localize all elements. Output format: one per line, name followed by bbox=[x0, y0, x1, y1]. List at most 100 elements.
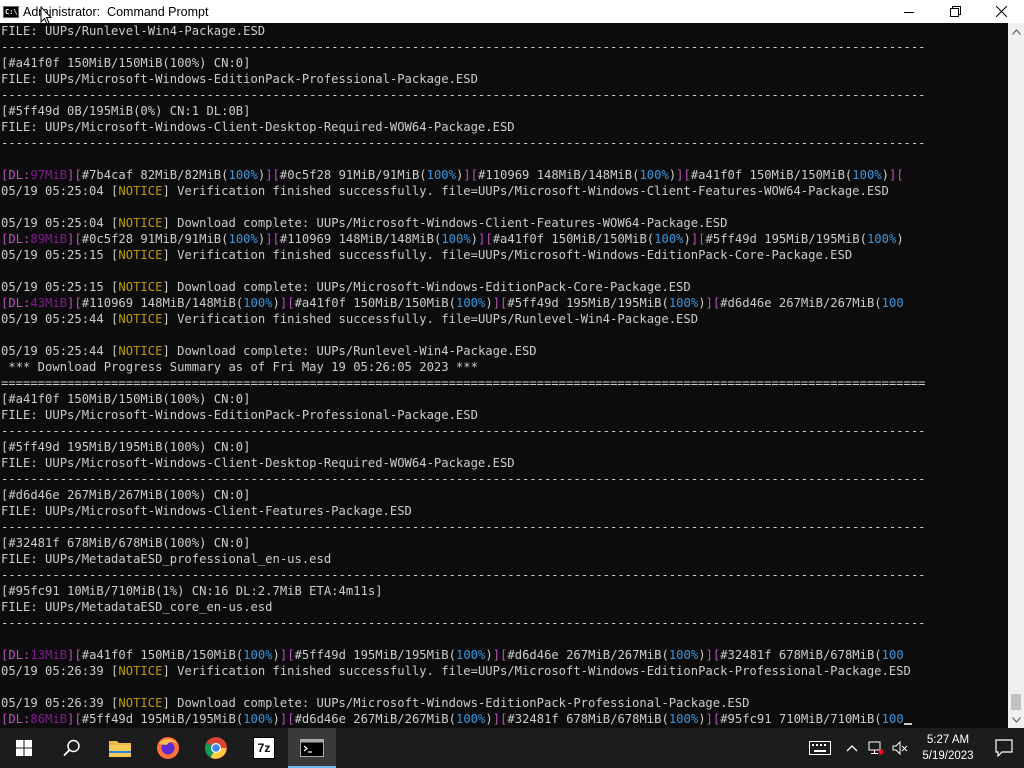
console-text: 100% bbox=[852, 168, 882, 182]
chrome-icon bbox=[205, 737, 227, 759]
console-text: ][ bbox=[676, 168, 691, 182]
console-text: #a41f0f 150MiB/150MiB( bbox=[690, 168, 853, 182]
console-text: FILE: UUPs/Runlevel-Win4-Package.ESD bbox=[1, 24, 266, 38]
console-text: #5ff49d 195MiB/195MiB( bbox=[705, 232, 867, 246]
scroll-down-icon bbox=[1011, 716, 1021, 723]
console-text: 100% bbox=[668, 296, 699, 310]
network-icon bbox=[868, 741, 884, 755]
chevron-up-icon bbox=[846, 745, 858, 752]
scroll-up-button[interactable] bbox=[1008, 23, 1024, 40]
console-text: DL: bbox=[8, 712, 31, 726]
console-line: [DL:86MiB][#5ff49d 195MiB/195MiB(100%)][… bbox=[1, 711, 1008, 727]
vertical-scrollbar[interactable] bbox=[1008, 23, 1024, 728]
console-line: 05/19 05:25:15 [NOTICE] Download complet… bbox=[1, 279, 1008, 295]
console-text: NOTICE bbox=[118, 216, 163, 230]
console-line: [DL:43MiB][#110969 148MiB/148MiB(100%)][… bbox=[1, 295, 1008, 311]
scroll-down-button[interactable] bbox=[1008, 711, 1024, 728]
console-text: 100% bbox=[866, 232, 897, 246]
console-output[interactable]: FILE: UUPs/Runlevel-Win4-Package.ESD ----… bbox=[0, 23, 1008, 728]
console-line: ----------------------------------------… bbox=[1, 615, 1008, 631]
console-line: [#a41f0f 150MiB/150MiB(100%) CN:0] bbox=[1, 55, 1008, 71]
console-text: #7b4caf 82MiB/82MiB( bbox=[81, 168, 229, 182]
console-text: ][ bbox=[492, 296, 508, 310]
console-text: 89MiB bbox=[30, 232, 68, 246]
clock[interactable]: 5:27 AM 5/19/2023 bbox=[912, 732, 984, 764]
console-line: FILE: UUPs/Microsoft-Windows-Client-Feat… bbox=[1, 503, 1008, 519]
console-line: ========================================… bbox=[1, 375, 1008, 391]
console-line: ----------------------------------------… bbox=[1, 567, 1008, 583]
console-line: [#a41f0f 150MiB/150MiB(100%) CN:0] bbox=[1, 391, 1008, 407]
console-line: [#32481f 678MiB/678MiB(100%) CN:0] bbox=[1, 535, 1008, 551]
console-text: 100% bbox=[243, 648, 273, 662]
minimize-icon bbox=[904, 11, 914, 13]
system-tray: 5:27 AM 5/19/2023 bbox=[800, 728, 1024, 768]
console-text: [#d6d46e 267MiB/267MiB(100%) CN:0] bbox=[1, 488, 251, 502]
console-text: [#5ff49d 0B/195MiB(0%) CN:1 DL:0B] bbox=[1, 104, 251, 118]
console-text: ] Verification finished successfully. fi… bbox=[162, 184, 889, 198]
console-text: 05/19 05:25:44 [ bbox=[1, 344, 119, 358]
console-line: ----------------------------------------… bbox=[1, 471, 1008, 487]
console-text: 100% bbox=[668, 648, 699, 662]
minimize-button[interactable] bbox=[886, 0, 932, 23]
network-button[interactable] bbox=[864, 728, 888, 768]
console-text: ] Verification finished successfully. fi… bbox=[162, 664, 911, 678]
console-text: ] Download complete: UUPs/Microsoft-Wind… bbox=[162, 696, 750, 710]
console-text: *** Download Progress Summary as of Fri … bbox=[1, 360, 478, 374]
7zip-button[interactable]: 7z bbox=[240, 728, 288, 768]
cmd-icon: C:\ bbox=[3, 5, 19, 18]
console-line: 05/19 05:26:39 [NOTICE] Verification fin… bbox=[1, 663, 1008, 679]
console-text: ][ bbox=[705, 712, 721, 726]
start-button[interactable] bbox=[0, 728, 48, 768]
clock-date: 5/19/2023 bbox=[922, 750, 974, 762]
chrome-button[interactable] bbox=[192, 728, 240, 768]
maximize-icon bbox=[949, 6, 961, 17]
search-button[interactable] bbox=[48, 728, 96, 768]
close-button[interactable] bbox=[978, 0, 1024, 23]
console-line: [#5ff49d 0B/195MiB(0%) CN:1 DL:0B] bbox=[1, 103, 1008, 119]
notification-icon bbox=[995, 739, 1013, 757]
console-line: 05/19 05:25:04 [NOTICE] Download complet… bbox=[1, 215, 1008, 231]
mouse-pointer-icon bbox=[40, 6, 52, 25]
console-text: ][ bbox=[690, 232, 706, 246]
action-center-button[interactable] bbox=[984, 728, 1024, 768]
console-text: ) bbox=[683, 232, 691, 246]
console-text: 100% bbox=[441, 232, 471, 246]
console-text: NOTICE bbox=[118, 696, 163, 710]
volume-button[interactable] bbox=[888, 728, 912, 768]
console-text: #a41f0f 150MiB/150MiB( bbox=[294, 296, 456, 310]
console-text: ] Download complete: UUPs/Microsoft-Wind… bbox=[162, 280, 691, 294]
command-prompt-button[interactable] bbox=[288, 728, 336, 768]
console-text: [ bbox=[74, 232, 82, 246]
console-text: NOTICE bbox=[118, 248, 163, 262]
console-text: [#95fc91 10MiB/710MiB(1%) CN:16 DL:2.7Mi… bbox=[1, 584, 383, 598]
console-text: FILE: UUPs/Microsoft-Windows-Client-Desk… bbox=[1, 120, 515, 134]
console-text: DL: bbox=[8, 232, 31, 246]
title-bar[interactable]: C:\ Administrator: Command Prompt bbox=[0, 0, 1024, 23]
text-cursor bbox=[903, 723, 912, 725]
console-text: 43MiB bbox=[30, 296, 68, 310]
keyboard-button[interactable] bbox=[800, 728, 840, 768]
console-text: ) bbox=[485, 712, 493, 726]
console-text: 100% bbox=[456, 648, 486, 662]
console-text: NOTICE bbox=[118, 184, 163, 198]
console-line: [DL:89MiB][#0c5f28 91MiB/91MiB(100%)][#1… bbox=[1, 231, 1008, 247]
firefox-button[interactable] bbox=[144, 728, 192, 768]
console-text: 100% bbox=[243, 296, 273, 310]
console-text: [ bbox=[74, 712, 82, 726]
console-text: ) bbox=[470, 232, 479, 246]
show-hidden-icons-button[interactable] bbox=[840, 728, 864, 768]
scrollbar-thumb[interactable] bbox=[1011, 694, 1021, 710]
console-text: #a41f0f 150MiB/150MiB( bbox=[81, 648, 244, 662]
console-text: 86MiB bbox=[30, 712, 68, 726]
maximize-button[interactable] bbox=[932, 0, 978, 23]
console-text: 05/19 05:26:39 [ bbox=[1, 696, 119, 710]
console-text: FILE: UUPs/Microsoft-Windows-EditionPack… bbox=[1, 72, 478, 86]
file-explorer-button[interactable] bbox=[96, 728, 144, 768]
cmd-icon bbox=[300, 739, 324, 757]
console-text: 05/19 05:25:15 [ bbox=[1, 280, 119, 294]
console-text: ) bbox=[698, 712, 706, 726]
console-line: FILE: UUPs/MetadataESD_core_en-us.esd bbox=[1, 599, 1008, 615]
